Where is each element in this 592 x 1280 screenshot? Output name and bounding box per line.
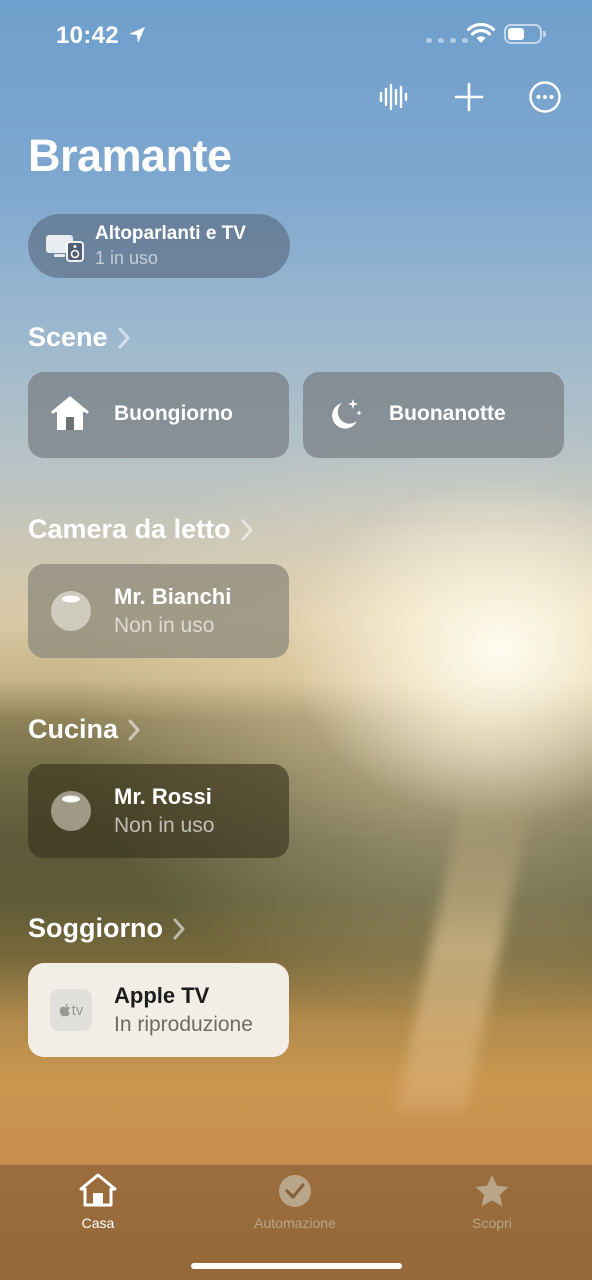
speaker-tv-icon bbox=[46, 235, 84, 262]
chevron-right-icon bbox=[241, 519, 253, 540]
section-scenes-title: Scene bbox=[28, 322, 108, 352]
ellipsis-circle-icon bbox=[529, 81, 561, 113]
speakers-tv-pill[interactable]: Altoparlanti e TV 1 in uso bbox=[28, 214, 290, 278]
intercom-button[interactable] bbox=[376, 80, 410, 114]
status-bar: 10:42 bbox=[0, 0, 592, 70]
chevron-right-icon bbox=[118, 327, 130, 348]
section-living-title: Soggiorno bbox=[28, 913, 163, 943]
cellular-signal-icon bbox=[426, 38, 468, 43]
tab-scopri-label: Scopri bbox=[472, 1215, 512, 1231]
scene-buongiorno-tile[interactable]: Buongiorno bbox=[28, 372, 289, 458]
clock-check-icon bbox=[279, 1175, 311, 1207]
accessory-state: In riproduzione bbox=[114, 1013, 253, 1036]
location-arrow-icon bbox=[129, 27, 145, 43]
star-icon bbox=[475, 1175, 509, 1207]
battery-icon bbox=[504, 24, 546, 44]
tab-scopri[interactable]: Scopri bbox=[422, 1165, 562, 1245]
accessory-state: Non in uso bbox=[114, 814, 215, 837]
home-indicator[interactable] bbox=[191, 1263, 402, 1269]
accessory-name: Mr. Bianchi bbox=[114, 584, 232, 609]
tab-casa-label: Casa bbox=[81, 1215, 115, 1231]
accessory-state: Non in uso bbox=[114, 614, 215, 637]
section-bedroom-title: Camera da letto bbox=[28, 514, 231, 544]
apple-logo-icon bbox=[59, 1003, 70, 1017]
tab-automazione[interactable]: Automazione bbox=[225, 1165, 365, 1245]
plus-icon bbox=[454, 82, 484, 112]
homepod-mini-icon bbox=[51, 791, 91, 831]
waveform-icon bbox=[379, 83, 408, 111]
section-kitchen-title: Cucina bbox=[28, 714, 119, 744]
section-kitchen-header[interactable]: Cucina bbox=[28, 714, 140, 745]
chevron-right-icon bbox=[128, 719, 140, 740]
chevron-right-icon bbox=[173, 918, 185, 939]
accessory-mr-bianchi-tile[interactable]: Mr. Bianchi Non in uso bbox=[28, 564, 289, 658]
section-living-header[interactable]: Soggiorno bbox=[28, 913, 185, 944]
section-bedroom-header[interactable]: Camera da letto bbox=[28, 514, 253, 545]
tab-casa[interactable]: Casa bbox=[28, 1165, 168, 1245]
scene-buonanotte-label: Buonanotte bbox=[389, 402, 506, 425]
apple-tv-icon-text: tv bbox=[71, 1001, 84, 1019]
scene-buongiorno-label: Buongiorno bbox=[114, 402, 233, 425]
add-button[interactable] bbox=[452, 80, 486, 114]
more-button[interactable] bbox=[528, 80, 562, 114]
house-icon bbox=[79, 1173, 117, 1207]
tab-automazione-label: Automazione bbox=[254, 1215, 336, 1231]
house-icon bbox=[51, 396, 89, 430]
accessory-name: Apple TV bbox=[114, 983, 210, 1008]
homepod-mini-icon bbox=[51, 591, 91, 631]
scene-buonanotte-tile[interactable]: Buonanotte bbox=[303, 372, 564, 458]
accessory-mr-rossi-tile[interactable]: Mr. Rossi Non in uso bbox=[28, 764, 289, 858]
wifi-icon bbox=[466, 22, 496, 43]
speakers-pill-title: Altoparlanti e TV bbox=[95, 223, 246, 244]
section-scenes-header[interactable]: Scene bbox=[28, 322, 130, 353]
home-title: Bramante bbox=[28, 130, 232, 181]
speakers-pill-subtitle: 1 in uso bbox=[95, 248, 159, 268]
moon-icon bbox=[332, 399, 362, 429]
apple-tv-icon: tv bbox=[50, 989, 92, 1031]
status-time: 10:42 bbox=[56, 22, 119, 49]
accessory-apple-tv-tile[interactable]: tv Apple TV In riproduzione bbox=[28, 963, 289, 1057]
accessory-name: Mr. Rossi bbox=[114, 784, 212, 809]
